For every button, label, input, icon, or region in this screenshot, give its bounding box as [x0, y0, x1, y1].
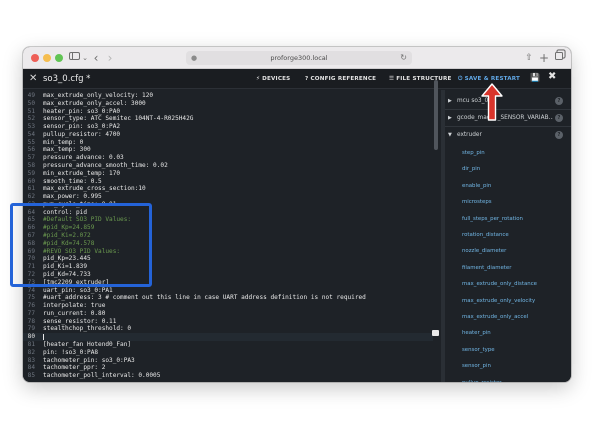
- config-option-link[interactable]: pullup_resistor: [462, 375, 562, 382]
- editor-scrollbar[interactable]: [434, 80, 438, 150]
- text-cursor: [43, 334, 44, 341]
- config-option-link[interactable]: rotation_distance: [462, 227, 562, 243]
- code-text: tachometer_poll_interval: 0.0005: [43, 372, 161, 380]
- lightning-icon: ⚡: [256, 76, 261, 82]
- config-section-label: mcu so3_0: [457, 98, 489, 104]
- share-icon[interactable]: ⇧: [523, 51, 535, 65]
- config-option-link[interactable]: full_steps_per_rotation: [462, 211, 562, 227]
- file-title: so3_0.cfg *: [43, 74, 91, 84]
- config-option-link[interactable]: max_extrude_only_distance: [462, 276, 562, 292]
- config-option-link[interactable]: max_extrude_only_velocity: [462, 293, 562, 309]
- help-icon: ?: [305, 76, 309, 82]
- sidebar-toggle-icon[interactable]: [67, 51, 81, 65]
- zoom-window-button[interactable]: [55, 54, 63, 62]
- reload-icon[interactable]: ↻: [400, 51, 407, 65]
- config-section-item[interactable]: ▼ extruder?: [445, 127, 571, 143]
- line-number: 85: [27, 372, 35, 380]
- config-option-link[interactable]: dir_pin: [462, 161, 562, 177]
- browser-toolbar: ⌄ ‹ › ● proforge300.local ↻ ⇧ +: [23, 47, 571, 69]
- config-section-item[interactable]: ▶ gcode_macro _SENSOR_VARIAB...?: [445, 110, 571, 126]
- config-option-link[interactable]: microsteps: [462, 194, 562, 210]
- minimize-window-button[interactable]: [43, 54, 51, 62]
- config-section-label: gcode_macro _SENSOR_VARIAB...: [457, 115, 553, 121]
- new-tab-button[interactable]: +: [538, 51, 550, 65]
- power-icon: ⏻: [458, 76, 463, 82]
- close-file-icon[interactable]: ✕: [29, 72, 37, 86]
- config-option-link[interactable]: enable_pin: [462, 178, 562, 194]
- config-option-link[interactable]: max_extrude_only_accel: [462, 309, 562, 325]
- caret-right-icon: ▶: [448, 98, 452, 104]
- config-reference-button[interactable]: ? CONFIG REFERENCE: [305, 73, 376, 85]
- help-icon[interactable]: ?: [555, 97, 563, 105]
- save-disk-icon[interactable]: 💾: [530, 72, 540, 84]
- config-option-link[interactable]: sensor_pin: [462, 358, 562, 374]
- config-section-label: extruder: [457, 132, 482, 138]
- back-button[interactable]: ‹: [91, 51, 101, 65]
- config-option-link[interactable]: sensor_type: [462, 342, 562, 358]
- chevron-down-icon[interactable]: ⌄: [81, 51, 89, 65]
- forward-button[interactable]: ›: [105, 51, 115, 65]
- config-section-item[interactable]: ▶ mcu so3_0?: [445, 93, 571, 109]
- devices-button[interactable]: ⚡ DEVICES: [256, 73, 290, 85]
- address-bar[interactable]: ● proforge300.local ↻: [186, 51, 412, 65]
- config-option-link[interactable]: nozzle_diameter: [462, 243, 562, 259]
- file-structure-button[interactable]: ☰ FILE STRUCTURE: [389, 73, 452, 85]
- highlight-box: [10, 203, 152, 287]
- code-line[interactable]: 85 tachometer_poll_interval: 0.0005: [23, 372, 433, 380]
- red-arrow-annotation: [481, 83, 503, 121]
- config-option-link[interactable]: heater_pin: [462, 325, 562, 341]
- privacy-shield-icon: ●: [191, 54, 198, 62]
- config-reference-panel: ▶ mcu so3_0? ▶ gcode_macro _SENSOR_VARIAB..…: [445, 90, 571, 382]
- config-option-link[interactable]: filament_diameter: [462, 260, 562, 276]
- caret-down-icon: ▼: [448, 132, 452, 138]
- url-text: proforge300.local: [270, 54, 328, 62]
- config-option-link[interactable]: step_pin: [462, 145, 562, 161]
- tab-overview-icon[interactable]: [553, 51, 565, 65]
- help-icon[interactable]: ?: [555, 114, 563, 122]
- list-icon: ☰: [389, 76, 395, 82]
- close-window-button[interactable]: [31, 54, 39, 62]
- help-icon[interactable]: ?: [555, 131, 563, 139]
- editor-scroll-corner: [432, 330, 439, 336]
- close-editor-icon[interactable]: ✖: [548, 71, 557, 83]
- caret-right-icon: ▶: [448, 115, 452, 121]
